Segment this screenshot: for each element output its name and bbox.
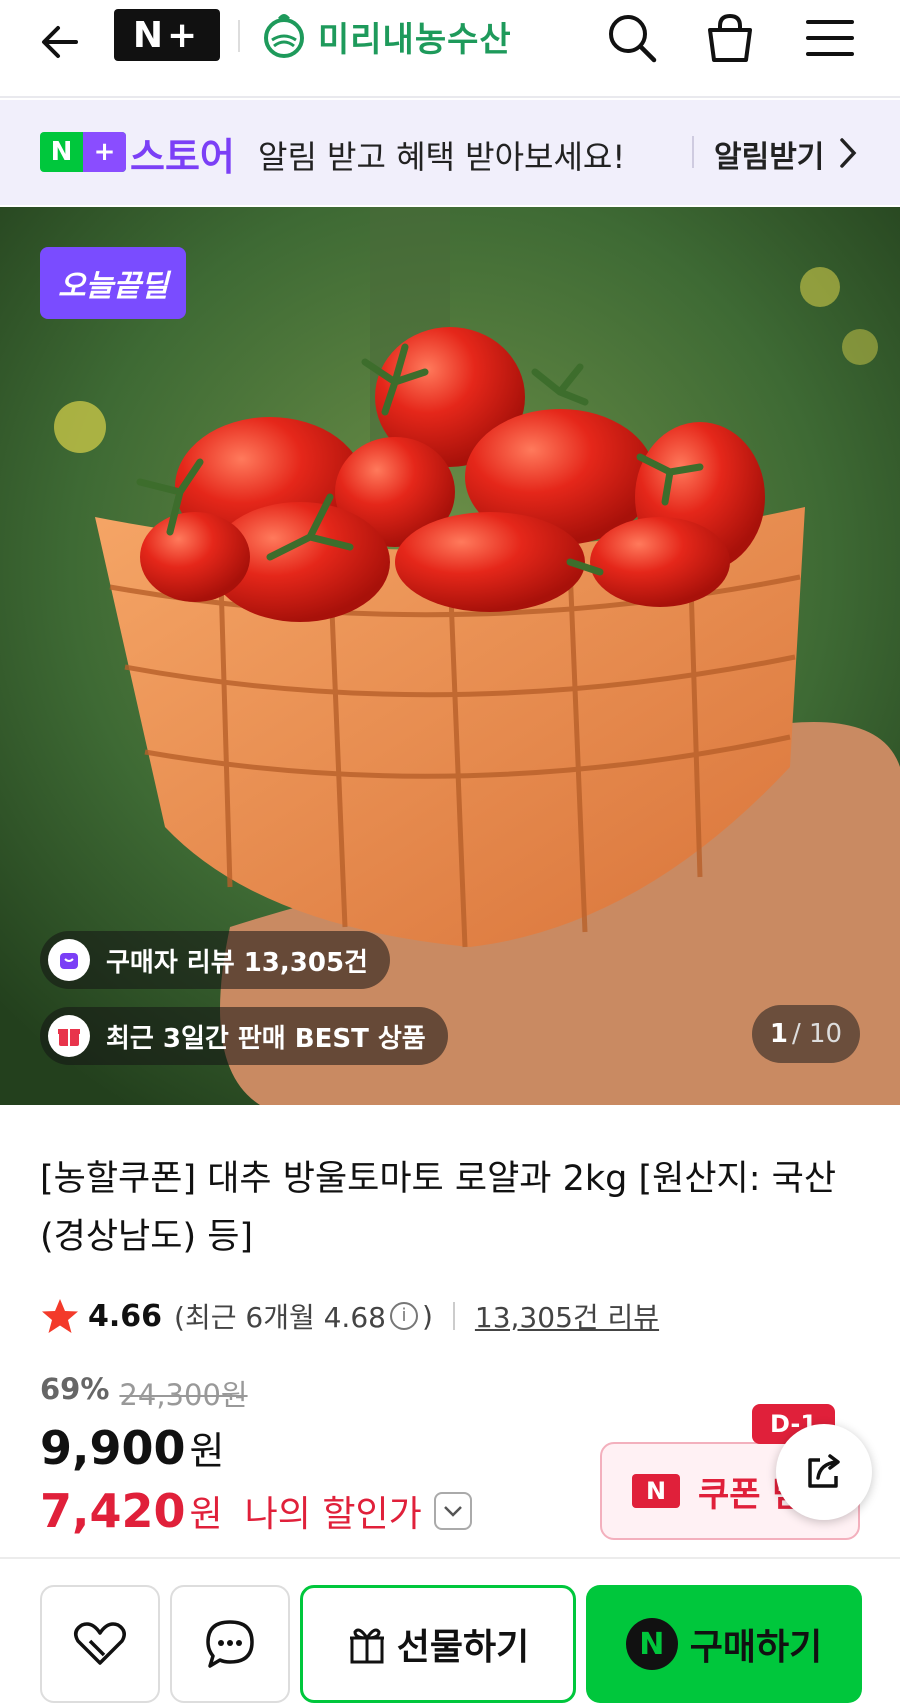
gift-label: 선물하기	[396, 1627, 530, 1668]
share-button[interactable]	[776, 1424, 872, 1520]
store-logo-icon[interactable]	[260, 8, 308, 60]
chat-bubble-icon	[206, 1620, 254, 1668]
wishlist-button[interactable]	[40, 1585, 160, 1703]
share-icon	[808, 1454, 840, 1488]
discount-row: 69% 24,300원	[40, 1372, 248, 1414]
best-seller-text: 최근 3일간 판매 BEST 상품	[106, 1023, 426, 1054]
discount-rate: 69%	[40, 1372, 110, 1406]
naver-n-icon: N	[632, 1474, 680, 1508]
back-arrow-icon[interactable]	[36, 16, 88, 68]
image-pager: 1 / 10	[752, 1005, 860, 1063]
subscribe-alert-button[interactable]: 알림받기	[714, 132, 824, 176]
my-price-unit: 원	[189, 1494, 223, 1535]
recent-rating-close: )	[421, 1299, 433, 1333]
my-price-label: 나의 할인가	[244, 1494, 422, 1535]
recent-rating: (최근 6개월 4.68	[174, 1301, 386, 1334]
chevron-right-icon[interactable]	[836, 136, 860, 170]
app-header: N+ 미리내농수산	[0, 0, 900, 98]
gift-icon	[349, 1628, 384, 1664]
review-count-text: 구매자 리뷰 13,305건	[106, 947, 368, 978]
my-price-value: 7,420	[40, 1484, 186, 1538]
product-image-carousel[interactable]: 오늘끝딜 구매자 리뷰 13,305건 최근 3일간 판매 BEST 상품 1 …	[0, 207, 900, 1105]
store-name[interactable]: 미리내농수산	[318, 12, 512, 61]
nplus-store-badge: N +	[40, 132, 126, 172]
today-deal-badge: 오늘끝딜	[40, 247, 187, 319]
nplus-n-mark: N	[50, 137, 73, 167]
menu-icon[interactable]	[802, 10, 858, 66]
heart-icon	[74, 1622, 126, 1665]
search-icon[interactable]	[604, 10, 660, 66]
info-icon[interactable]: i	[389, 1302, 418, 1330]
original-price: 24,300원	[119, 1378, 248, 1412]
my-discount-price[interactable]: 7,420 원 나의 할인가	[40, 1484, 472, 1538]
gift-button[interactable]: 선물하기	[300, 1585, 576, 1703]
shopping-bag-icon	[48, 939, 90, 981]
pager-total: / 10	[791, 1019, 843, 1049]
chevron-down-icon[interactable]	[433, 1492, 472, 1530]
buy-button[interactable]: N 구매하기	[586, 1585, 862, 1703]
rating-row: 4.66 (최근 6개월 4.68 i ) 13,305건 리뷰	[40, 1294, 659, 1338]
sale-price-unit: 원	[189, 1429, 225, 1473]
buy-label: 구매하기	[689, 1627, 823, 1668]
best-seller-pill: 최근 3일간 판매 BEST 상품	[40, 1007, 448, 1065]
review-count-link[interactable]: 13,305건 리뷰	[475, 1296, 659, 1336]
rating-divider	[452, 1302, 455, 1330]
product-title: [농할쿠폰] 대추 방울토마토 로얄과 2kg [원산지: 국산(경상남도) 등…	[40, 1159, 837, 1257]
sale-price: 9,900 원	[40, 1420, 224, 1475]
cart-icon[interactable]	[702, 10, 758, 66]
notice-message: 알림 받고 혜택 받아보세요!	[258, 138, 626, 176]
nplus-plus-mark: +	[83, 132, 126, 172]
notification-banner[interactable]: N + 스토어 알림 받고 혜택 받아보세요! 알림받기	[0, 100, 900, 205]
talk-button[interactable]	[170, 1585, 290, 1703]
naver-pay-icon: N	[625, 1618, 678, 1670]
review-count-pill: 구매자 리뷰 13,305건	[40, 931, 390, 989]
nplus-logo[interactable]: N+	[114, 9, 220, 61]
notice-divider	[692, 136, 694, 168]
star-icon	[42, 1299, 78, 1333]
sale-price-value: 9,900	[40, 1421, 186, 1475]
rating-score: 4.66	[88, 1298, 163, 1334]
bottom-action-bar: 선물하기 N 구매하기	[0, 1557, 900, 1705]
pager-current: 1	[769, 1019, 788, 1049]
gift-box-icon	[48, 1015, 90, 1057]
nplus-store-label: 스토어	[130, 135, 235, 179]
header-divider	[238, 20, 240, 52]
